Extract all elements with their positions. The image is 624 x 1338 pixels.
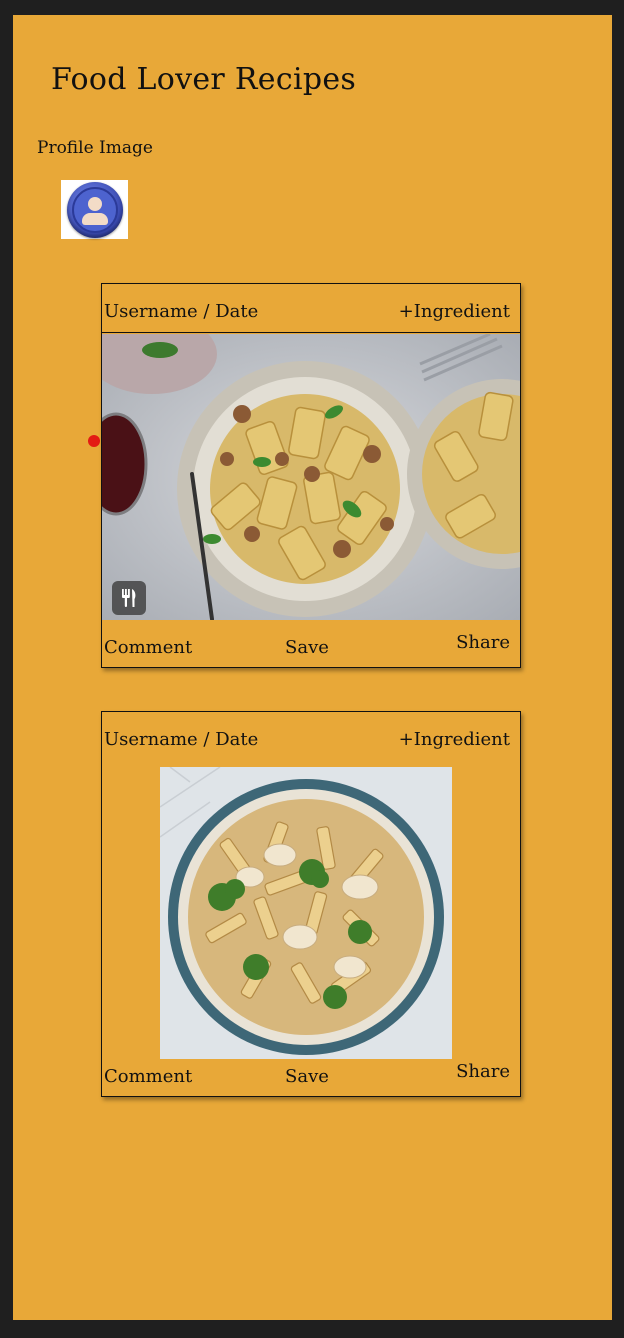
recipe-post-card: Username / Date +Ingredient Comment Save…: [101, 283, 521, 668]
page-title: Food Lover Recipes: [51, 62, 357, 97]
save-button[interactable]: Save: [285, 637, 329, 658]
save-button[interactable]: Save: [285, 1066, 329, 1087]
add-ingredient-button[interactable]: +Ingredient: [399, 729, 510, 750]
post-username-date[interactable]: Username / Date: [104, 301, 258, 322]
share-button[interactable]: Share: [456, 632, 510, 653]
post-username-date[interactable]: Username / Date: [104, 729, 258, 750]
recipe-post-card: Username / Date +Ingredient Comment Save…: [101, 711, 521, 1097]
add-ingredient-button[interactable]: +Ingredient: [399, 301, 510, 322]
recipe-photo-penne[interactable]: [160, 767, 452, 1059]
marker-dot: [88, 435, 100, 447]
profile-avatar[interactable]: [61, 180, 128, 239]
share-button[interactable]: Share: [456, 1061, 510, 1082]
profile-image-label: Profile Image: [37, 138, 153, 158]
header-divider: [102, 332, 520, 333]
recipe-photo-rigatoni[interactable]: [102, 334, 520, 620]
fork-knife-icon[interactable]: [112, 581, 146, 615]
user-avatar-icon: [66, 181, 123, 238]
comment-button[interactable]: Comment: [104, 1066, 192, 1087]
comment-button[interactable]: Comment: [104, 637, 192, 658]
